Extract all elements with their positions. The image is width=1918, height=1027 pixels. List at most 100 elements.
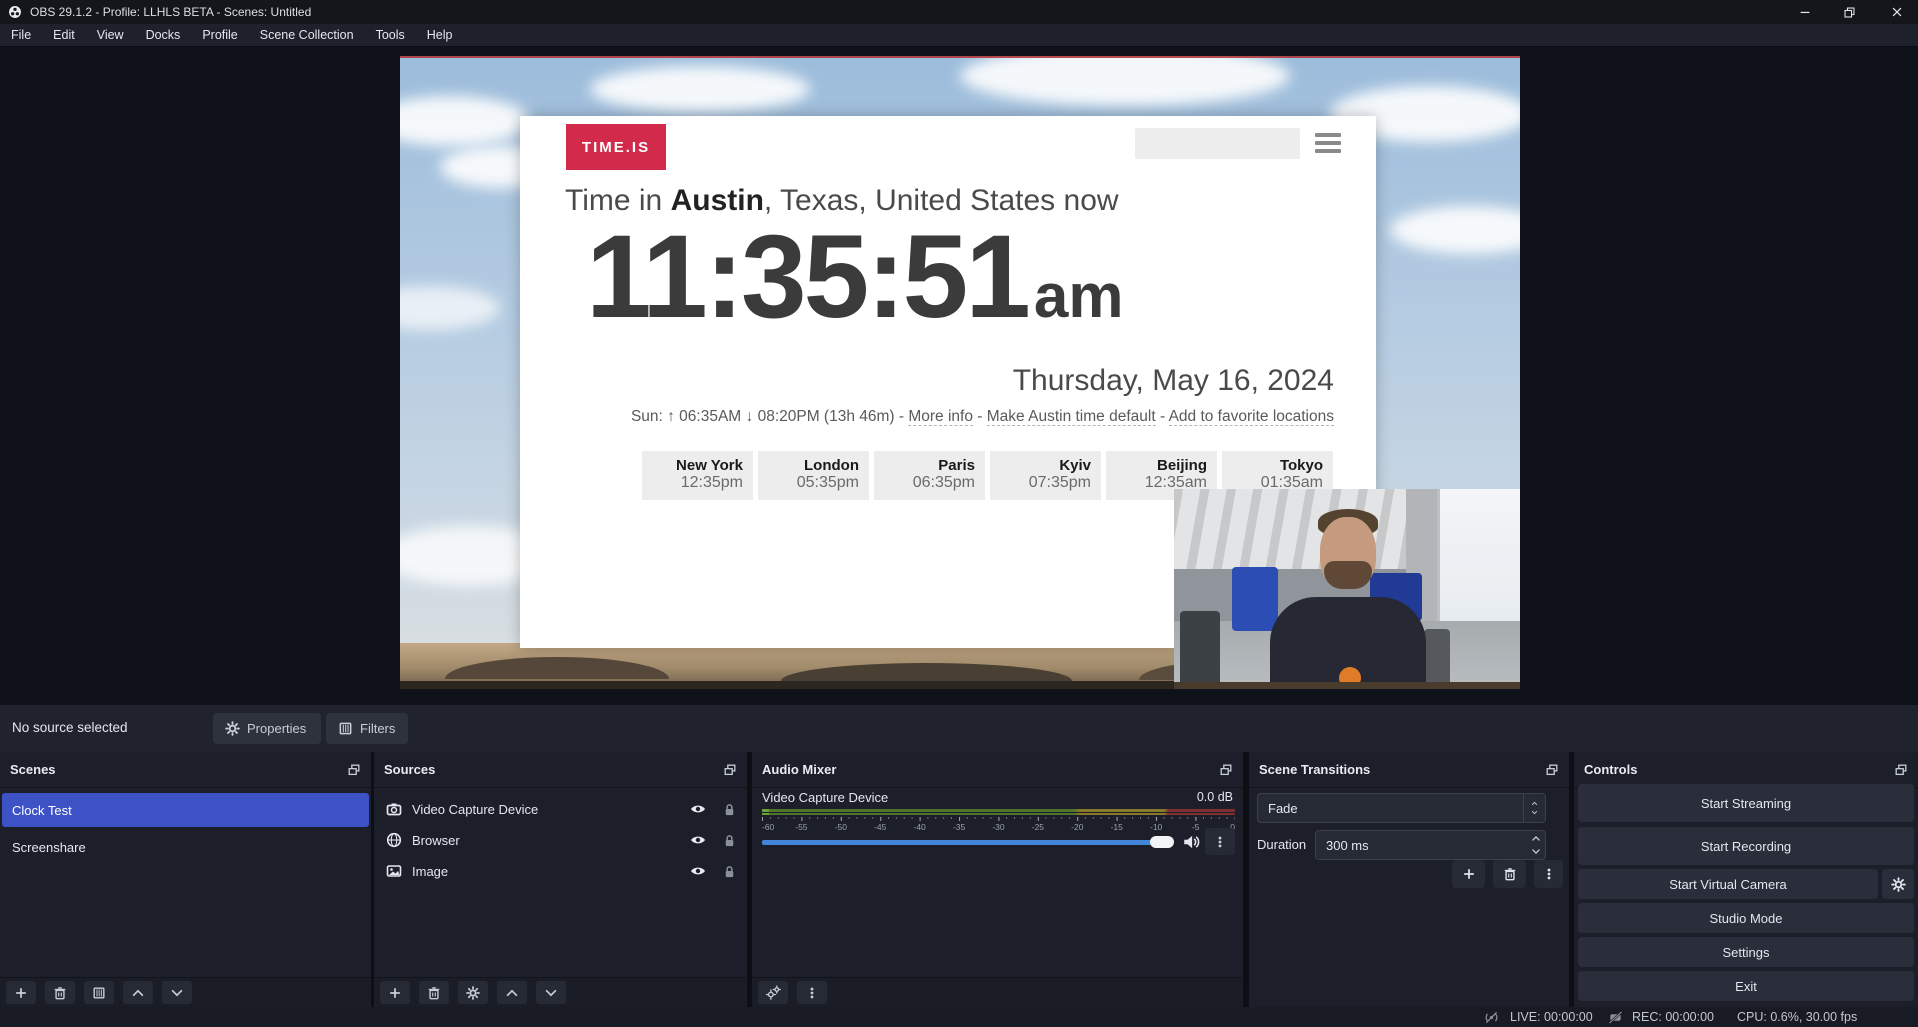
popout-icon[interactable] [1894,763,1908,777]
advanced-audio-button[interactable] [758,981,788,1004]
lock-icon[interactable] [722,802,737,817]
popout-icon[interactable] [1219,763,1233,777]
clock-digits: 11:35:51 [586,211,1028,343]
meter-tick-labels: -60 -55 -50 -45 -40 -35 -30 -25 -20 -15 … [762,822,1235,832]
exit-button[interactable]: Exit [1578,971,1914,1001]
remove-scene-button[interactable] [45,981,75,1004]
filter-icon [338,721,353,736]
separator: - [1156,408,1169,425]
filters-button[interactable]: Filters [326,713,408,744]
menu-scene-collection[interactable]: Scene Collection [249,25,365,45]
duration-spinbox[interactable]: 300 ms [1315,830,1546,860]
speaker-icon[interactable] [1182,833,1200,851]
preview-canvas[interactable]: TIME.IS Time in Austin, Texas, United St… [400,56,1520,689]
close-icon [1890,5,1904,19]
audio-mixer-panel: Audio Mixer Video Capture Device 0.0 dB … [752,752,1243,1007]
eye-icon[interactable] [690,863,706,879]
obs-logo-icon [8,5,22,19]
scene-filters-button[interactable] [84,981,114,1004]
move-source-down-button[interactable] [536,981,566,1004]
tick-label: -35 [953,822,965,832]
move-scene-down-button[interactable] [162,981,192,1004]
menu-help[interactable]: Help [416,25,464,45]
cloud-shape [960,56,1290,106]
city-time: 06:35pm [874,474,975,492]
tick-label: -50 [835,822,847,832]
hamburger-menu-icon [1315,133,1341,153]
studio-mode-button[interactable]: Studio Mode [1578,903,1914,933]
chevron-up-icon [1530,800,1539,807]
tick-label: -60 [762,822,774,832]
controls-title: Controls [1584,762,1637,777]
settings-button[interactable]: Settings [1578,937,1914,967]
city-box-paris: Paris06:35pm [874,451,985,500]
menu-profile[interactable]: Profile [191,25,248,45]
menu-edit[interactable]: Edit [42,25,86,45]
webcam-source[interactable] [1174,489,1520,689]
chevron-down-icon [544,986,558,1000]
meter-tick-ruler [762,817,1235,821]
menu-tools[interactable]: Tools [365,25,416,45]
move-scene-up-button[interactable] [123,981,153,1004]
source-item-browser[interactable]: Browser [374,825,747,855]
transition-options-button[interactable] [1534,860,1563,888]
timeis-date: Thursday, May 16, 2024 [1013,364,1334,398]
menu-docks[interactable]: Docks [135,25,192,45]
popout-icon[interactable] [1545,763,1559,777]
lock-icon[interactable] [722,864,737,879]
popout-icon[interactable] [347,763,361,777]
add-transition-button[interactable] [1452,860,1485,888]
remove-transition-button[interactable] [1493,860,1526,888]
chevron-up-icon [505,986,519,1000]
webcam-person-beard [1324,561,1372,589]
source-item-video-capture[interactable]: Video Capture Device [374,794,747,824]
city-name: Paris [874,457,975,474]
city-box-london: London05:35pm [758,451,869,500]
menu-file[interactable]: File [0,25,42,45]
eye-icon[interactable] [690,801,706,817]
source-properties-button[interactable] [458,981,488,1004]
transition-select[interactable]: Fade [1257,793,1546,823]
add-source-button[interactable] [380,981,410,1004]
city-box-kyiv: Kyiv07:35pm [990,451,1101,500]
controls-panel: Controls Start Streaming Start Recording… [1574,752,1918,1007]
close-button[interactable] [1880,0,1914,24]
mixer-options-button[interactable] [1205,828,1235,855]
menu-view[interactable]: View [86,25,135,45]
transition-select-arrows[interactable] [1523,794,1545,822]
scene-transitions-panel: Scene Transitions Fade Duration 300 ms [1249,752,1569,1007]
remove-source-button[interactable] [419,981,449,1004]
scene-item-screenshare[interactable]: Screenshare [2,832,369,862]
lock-icon[interactable] [722,833,737,848]
popout-icon[interactable] [723,763,737,777]
properties-button[interactable]: Properties [213,713,321,744]
start-recording-button[interactable]: Start Recording [1578,827,1914,865]
chevron-up-icon [1531,833,1541,844]
cloud-shape [1390,206,1520,254]
city-time: 07:35pm [990,474,1091,492]
mixer-menu-button[interactable] [797,981,827,1004]
virtual-camera-config-button[interactable] [1882,869,1914,899]
eye-icon[interactable] [690,832,706,848]
desert-mound [445,657,669,679]
duration-spin-arrows[interactable] [1531,833,1541,857]
minimize-button[interactable] [1788,0,1822,24]
mixer-level-db: 0.0 dB [1197,790,1233,804]
city-name: London [758,457,859,474]
scene-item-clock-test[interactable]: Clock Test [2,793,369,827]
start-streaming-button[interactable]: Start Streaming [1578,784,1914,822]
selected-source-status: No source selected [12,720,128,735]
volume-slider-handle[interactable] [1150,836,1174,848]
minimize-icon [1798,5,1812,19]
trash-icon [1503,867,1517,881]
add-scene-button[interactable] [6,981,36,1004]
city-time: 12:35pm [642,474,743,492]
source-item-image[interactable]: Image [374,856,747,886]
start-virtual-camera-button[interactable]: Start Virtual Camera [1578,869,1878,899]
tick-label: -55 [795,822,807,832]
image-icon [386,863,402,879]
volume-slider[interactable] [762,840,1156,845]
restore-button[interactable] [1832,0,1866,24]
move-source-up-button[interactable] [497,981,527,1004]
sources-panel: Sources Video Capture Device Browser Ima… [374,752,747,1007]
